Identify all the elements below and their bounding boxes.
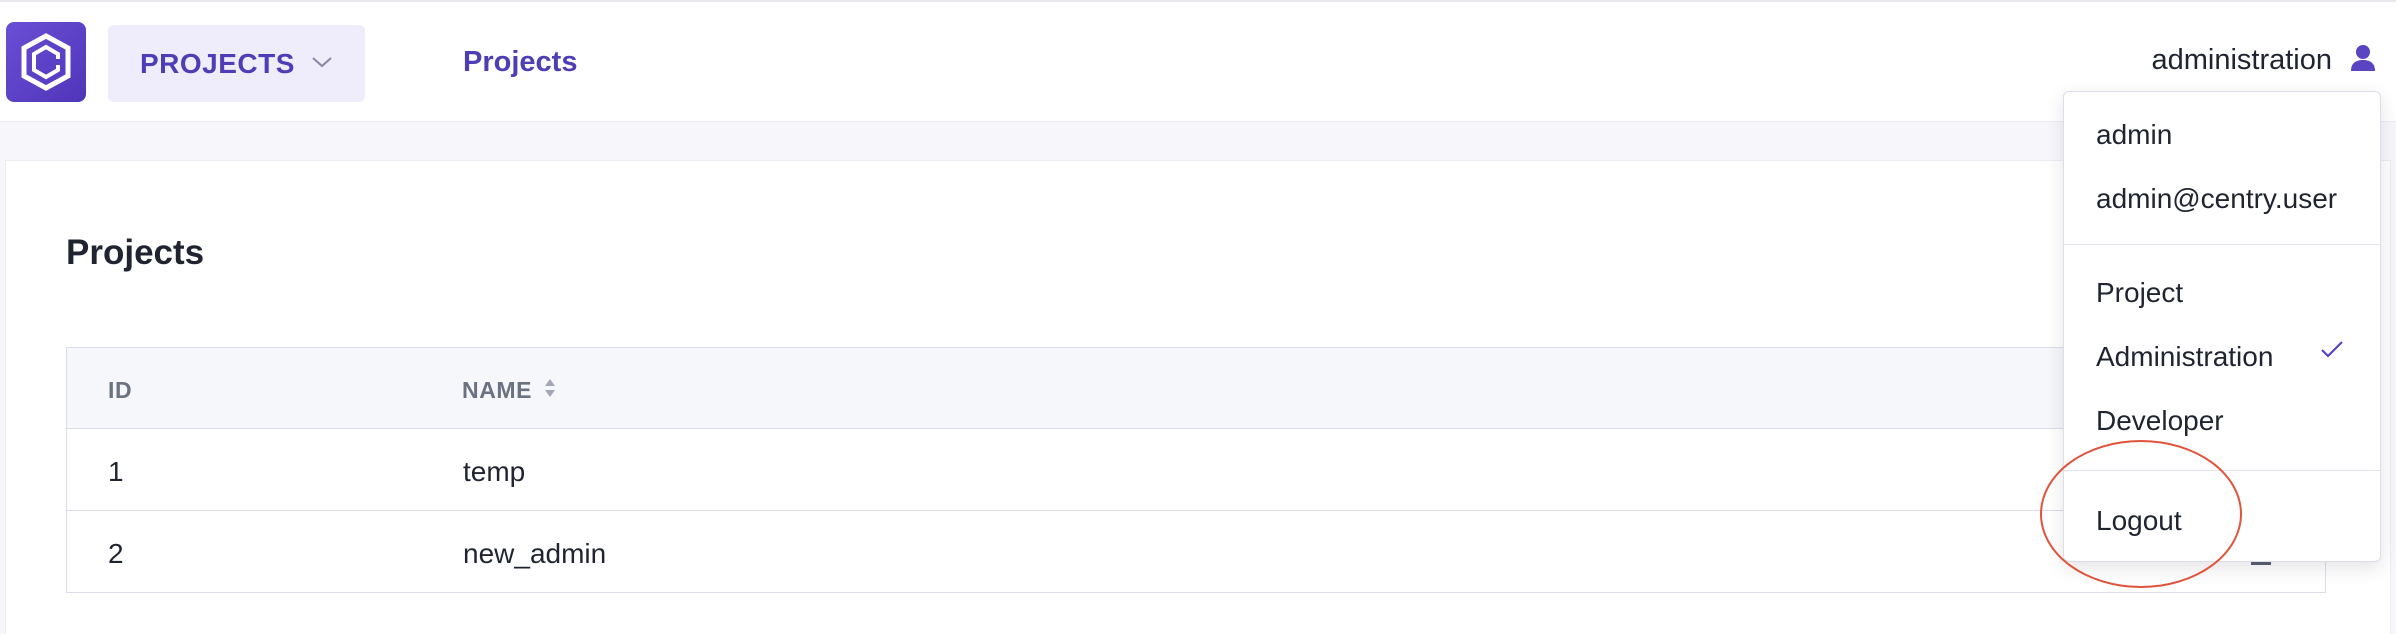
role-option-developer[interactable]: Developer [2096,405,2224,437]
table-row[interactable]: 2 new_admin [67,511,2325,593]
table-row[interactable]: 1 temp [67,429,2325,511]
project-switcher-label: PROJECTS [140,47,295,79]
table-cell-name: new_admin [463,538,607,569]
logout-button[interactable]: Logout [2096,505,2182,537]
dropdown-divider [2064,470,2380,471]
chevron-down-icon [311,55,333,74]
table-cell-id: 1 [108,456,124,487]
top-navigation-bar: PROJECTS Projects administration [0,0,2396,122]
role-option-project[interactable]: Project [2096,277,2183,309]
column-header-name[interactable]: NAME [462,377,556,404]
dropdown-user-name: admin [2096,119,2173,150]
nav-link-projects[interactable]: Projects [463,46,577,79]
dropdown-user-email: admin@centry.user [2096,183,2338,214]
dropdown-divider [2064,244,2380,245]
projects-table: ID NAME 1 temp 2 new_admin [66,347,2326,593]
project-switcher-button[interactable]: PROJECTS [108,25,365,102]
user-icon [2350,44,2376,77]
centry-logo-icon[interactable] [6,22,86,102]
table-cell-name: temp [463,456,526,487]
role-option-administration[interactable]: Administration [2096,341,2273,373]
table-header: ID NAME [67,348,2325,429]
sort-icon[interactable] [544,377,556,404]
page-title: Projects [66,233,205,272]
table-cell-id: 2 [108,538,124,569]
user-dropdown-menu: admin admin@centry.user Project Administ… [2063,91,2381,562]
column-header-id: ID [108,377,133,403]
user-menu-username: administration [2151,44,2332,76]
column-header-name-label: NAME [462,377,533,403]
check-icon [2320,339,2344,364]
user-menu-button[interactable]: administration [2151,44,2376,77]
